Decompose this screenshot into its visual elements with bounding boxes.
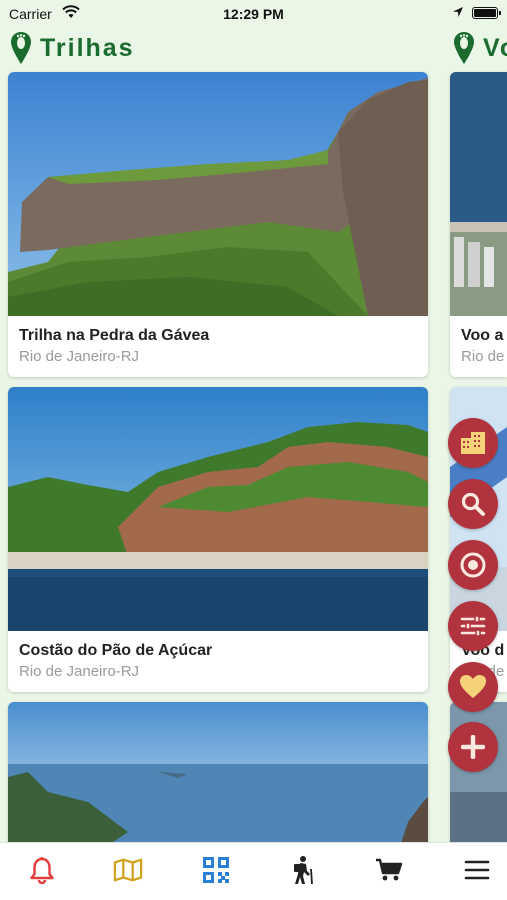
bell-icon xyxy=(30,857,54,884)
trail-location: Rio de Janeiro-RJ xyxy=(19,348,140,365)
menu-icon xyxy=(464,860,490,880)
trail-card[interactable]: Costão do Pão de Açúcar Rio de Janeiro-R… xyxy=(8,387,428,692)
trail-card[interactable] xyxy=(8,702,428,852)
trail-photo xyxy=(8,702,428,852)
location-arrow-icon xyxy=(453,7,463,17)
cart-icon xyxy=(376,858,403,881)
trail-photo xyxy=(8,72,428,316)
section-title: Trilhas xyxy=(40,33,135,62)
flight-photo xyxy=(450,72,507,316)
filter-icon xyxy=(460,615,486,637)
trail-photo xyxy=(8,387,428,631)
city-filter-button[interactable] xyxy=(448,418,498,468)
tab-bar xyxy=(0,842,507,900)
add-button[interactable] xyxy=(448,722,498,772)
tab-map[interactable] xyxy=(113,855,143,885)
search-icon xyxy=(461,492,485,516)
trail-location: Rio de Janeiro-RJ xyxy=(19,663,140,680)
qr-code-icon xyxy=(203,857,229,883)
flight-card[interactable]: Voo a Rio de xyxy=(450,72,507,377)
filter-button[interactable] xyxy=(448,601,498,651)
nearby-button[interactable] xyxy=(448,540,498,590)
target-icon xyxy=(460,552,486,578)
section-title: Vo xyxy=(483,33,507,62)
battery-icon xyxy=(472,7,501,19)
footprint-pin-icon xyxy=(454,32,474,64)
search-button[interactable] xyxy=(448,479,498,529)
section-header-trails: Trilhas xyxy=(10,28,135,68)
flight-title: Voo a xyxy=(461,327,504,344)
heart-icon xyxy=(460,675,486,698)
clock: 12:29 PM xyxy=(223,6,284,22)
tab-menu[interactable] xyxy=(462,855,492,885)
flight-location: Rio de xyxy=(461,348,505,365)
footprint-pin-icon xyxy=(11,32,31,64)
tab-notifications[interactable] xyxy=(27,855,57,885)
map-icon xyxy=(113,858,143,882)
tab-hiking[interactable] xyxy=(288,855,318,885)
favorites-button[interactable] xyxy=(448,662,498,712)
status-bar: Carrier 12:29 PM xyxy=(0,0,507,28)
tab-cart[interactable] xyxy=(374,855,404,885)
trail-card[interactable]: Trilha na Pedra da Gávea Rio de Janeiro-… xyxy=(8,72,428,377)
trail-title: Costão do Pão de Açúcar xyxy=(19,642,213,659)
city-icon xyxy=(461,432,485,454)
tab-qr-code[interactable] xyxy=(201,855,231,885)
hiker-icon xyxy=(294,856,313,885)
trail-title: Trilha na Pedra da Gávea xyxy=(19,327,210,344)
section-header-flights: Vo xyxy=(453,28,507,68)
plus-icon xyxy=(461,735,485,759)
